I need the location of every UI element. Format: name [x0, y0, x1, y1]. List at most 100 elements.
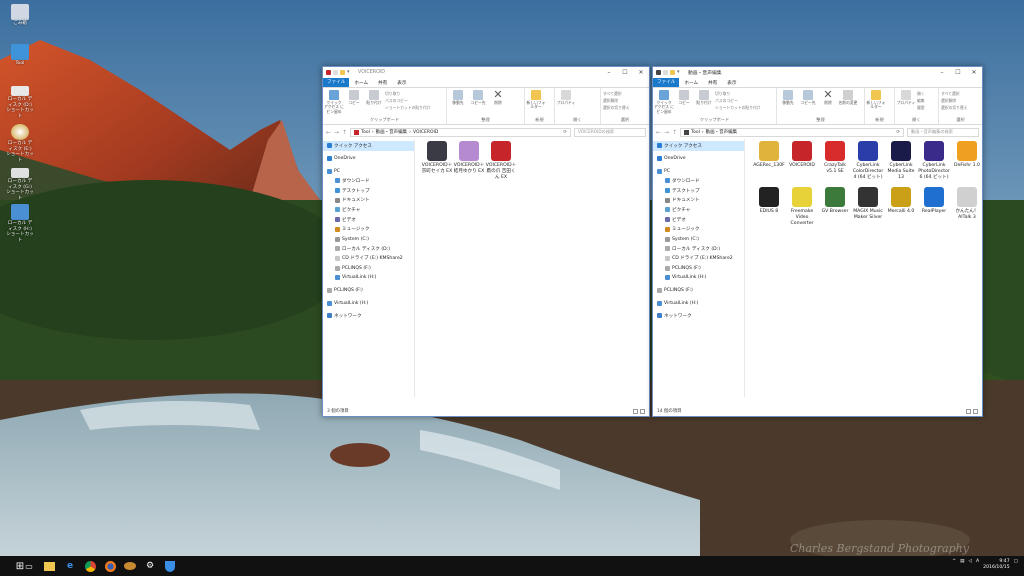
select-none-button[interactable]: 選択解除 — [941, 97, 968, 104]
nav-item[interactable]: クイック アクセス — [653, 141, 744, 151]
large-icons-view-icon[interactable] — [640, 408, 645, 414]
tab-home[interactable]: ホーム — [349, 80, 373, 86]
tray-chevron-icon[interactable]: ^ — [952, 559, 956, 571]
nav-item[interactable]: CD ドライブ (E:) KMShare2 — [323, 254, 414, 264]
paste-shortcut-button[interactable]: ショートカットの貼り付け — [385, 104, 431, 111]
nav-item[interactable]: ピクチャ — [653, 205, 744, 215]
refresh-icon[interactable]: ⟳ — [896, 130, 900, 135]
breadcrumb-item[interactable]: VOICEROID — [413, 130, 438, 135]
edit-button[interactable]: 編集 — [917, 97, 925, 104]
open-button[interactable]: 開く — [917, 90, 925, 97]
file-item[interactable]: Mercalli 4.0 — [885, 187, 917, 215]
file-item[interactable]: AGERec_130F — [753, 141, 785, 169]
refresh-icon[interactable]: ⟳ — [563, 130, 567, 135]
invert-selection-button[interactable]: 選択の切り替え — [941, 104, 968, 111]
file-item[interactable]: VOICEROID＋ 京町セイカ EX — [421, 141, 453, 175]
settings-gear-icon[interactable]: ⚙ — [143, 559, 157, 573]
file-item[interactable]: CyberLink Media Suite 13 — [885, 141, 917, 181]
nav-item[interactable]: PC — [323, 166, 414, 176]
app-pinned-icon[interactable] — [123, 559, 137, 573]
nav-item[interactable]: System (C:) — [323, 234, 414, 244]
tab-file[interactable]: ファイル — [323, 78, 350, 87]
network-icon[interactable]: ▤ — [960, 559, 964, 571]
nav-item[interactable]: System (C:) — [653, 234, 744, 244]
select-all-button[interactable]: すべて選択 — [603, 90, 630, 97]
details-view-icon[interactable] — [633, 408, 638, 414]
title-bar[interactable]: ▾ VOICEROID – ☐ ✕ — [323, 67, 649, 78]
tab-share[interactable]: 共有 — [373, 80, 392, 86]
file-item[interactable]: GV Browser — [819, 187, 851, 215]
nav-item[interactable]: ビデオ — [323, 215, 414, 225]
large-icons-view-icon[interactable] — [973, 408, 978, 414]
file-item[interactable]: Freemake Video Converter — [786, 187, 818, 227]
nav-item[interactable]: ローカル ディスク (D:) — [323, 244, 414, 254]
explorer-window-voiceroid[interactable]: ▾ VOICEROID – ☐ ✕ ファイル ホーム 共有 表示 クイック アク… — [322, 66, 650, 417]
file-list[interactable]: AGERec_130F VOICEROID CrazyTalk v5.1 SE Cyb… — [745, 139, 982, 397]
edge-browser-icon[interactable]: e — [63, 559, 77, 573]
tab-view[interactable]: 表示 — [392, 80, 411, 86]
minimize-button[interactable]: – — [934, 69, 950, 76]
system-tray[interactable]: ^ ▤ ◁ A 9:47 2016/10/15 ▢ — [952, 559, 1018, 571]
nav-item[interactable]: PCLINQS (F:) — [323, 286, 414, 296]
nav-item[interactable]: ドキュメント — [653, 195, 744, 205]
file-explorer-icon[interactable] — [42, 559, 56, 573]
task-view-icon[interactable]: ▭ — [22, 559, 36, 573]
properties-icon[interactable] — [333, 70, 338, 75]
copy-path-button[interactable]: パスのコピー — [385, 97, 431, 104]
address-bar[interactable]: Tool › 動画・音声編集 ⟳ — [680, 127, 904, 137]
new-folder-icon[interactable] — [340, 70, 345, 75]
file-item[interactable]: かんたん！AITalk 3 — [951, 187, 982, 221]
history-button[interactable]: 履歴 — [917, 104, 925, 111]
nav-item[interactable]: PC — [653, 166, 744, 176]
file-list[interactable]: VOICEROID＋ 京町セイカ EX VOICEROID＋ 結月ゆかり EX … — [415, 139, 649, 397]
file-item[interactable]: VOICEROID — [786, 141, 818, 169]
tab-view[interactable]: 表示 — [722, 80, 741, 86]
file-item[interactable]: EDIUS 8 — [753, 187, 785, 215]
nav-item[interactable]: VirtualLink (H:) — [323, 298, 414, 308]
nav-item[interactable]: ダウンロード — [323, 176, 414, 186]
select-none-button[interactable]: 選択解除 — [603, 97, 630, 104]
up-button[interactable]: ↑ — [342, 129, 347, 136]
volume-icon[interactable]: ◁ — [968, 559, 972, 571]
tab-home[interactable]: ホーム — [679, 80, 703, 86]
chevron-down-icon[interactable]: ▾ — [677, 70, 682, 75]
file-item[interactable]: CyberLink PhotoDirector 6 (64 ビット) — [918, 141, 950, 181]
nav-item[interactable]: デスクトップ — [653, 186, 744, 196]
nav-item[interactable]: VirtualLink (H:) — [653, 298, 744, 308]
file-item[interactable]: DeFishr 1.0 — [951, 141, 982, 169]
nav-item[interactable]: デスクトップ — [323, 186, 414, 196]
nav-item[interactable]: ビデオ — [653, 215, 744, 225]
up-button[interactable]: ↑ — [672, 129, 677, 136]
forward-button[interactable]: → — [334, 129, 339, 136]
nav-item[interactable]: ネットワーク — [653, 311, 744, 321]
paste-shortcut-button[interactable]: ショートカットの貼り付け — [715, 104, 761, 111]
maximize-button[interactable]: ☐ — [617, 69, 633, 76]
drive-g-shortcut-icon[interactable]: ローカル ディスク (G:) ショートカット — [6, 168, 34, 201]
nav-item[interactable]: ピクチャ — [323, 205, 414, 215]
nav-item[interactable]: ミュージック — [323, 225, 414, 235]
cut-button[interactable]: 切り取り — [385, 90, 431, 97]
nav-item[interactable]: VirtualLink (H:) — [323, 273, 414, 283]
back-button[interactable]: ← — [326, 129, 331, 136]
firefox-browser-icon[interactable] — [103, 559, 117, 573]
minimize-button[interactable]: – — [601, 69, 617, 76]
invert-selection-button[interactable]: 選択の切り替え — [603, 104, 630, 111]
recycle-bin-icon[interactable]: ごみ箱 — [6, 4, 34, 27]
file-item[interactable]: CyberLink ColorDirector 4 (64 ビット) — [852, 141, 884, 181]
nav-item[interactable]: PCLINQS (F:) — [653, 263, 744, 273]
breadcrumb-item[interactable]: Tool — [361, 130, 370, 135]
nav-item[interactable]: PCLINQS (F:) — [653, 286, 744, 296]
security-shield-icon[interactable] — [163, 559, 177, 573]
ime-indicator[interactable]: A — [976, 559, 979, 571]
breadcrumb-item[interactable]: Tool — [691, 130, 700, 135]
nav-item[interactable]: クイック アクセス — [323, 141, 414, 151]
back-button[interactable]: ← — [656, 129, 661, 136]
search-input[interactable]: VOICEROIDの検索 — [574, 127, 646, 137]
nav-item[interactable]: CD ドライブ (E:) KMShare2 — [653, 254, 744, 264]
file-item[interactable]: VOICEROID＋ 結月ゆかり EX — [453, 141, 485, 175]
breadcrumb-item[interactable]: 動画・音声編集 — [376, 129, 408, 135]
details-view-icon[interactable] — [966, 408, 971, 414]
nav-item[interactable]: ローカル ディスク (D:) — [653, 244, 744, 254]
file-item[interactable]: RealPlayer — [918, 187, 950, 215]
close-button[interactable]: ✕ — [966, 69, 982, 76]
